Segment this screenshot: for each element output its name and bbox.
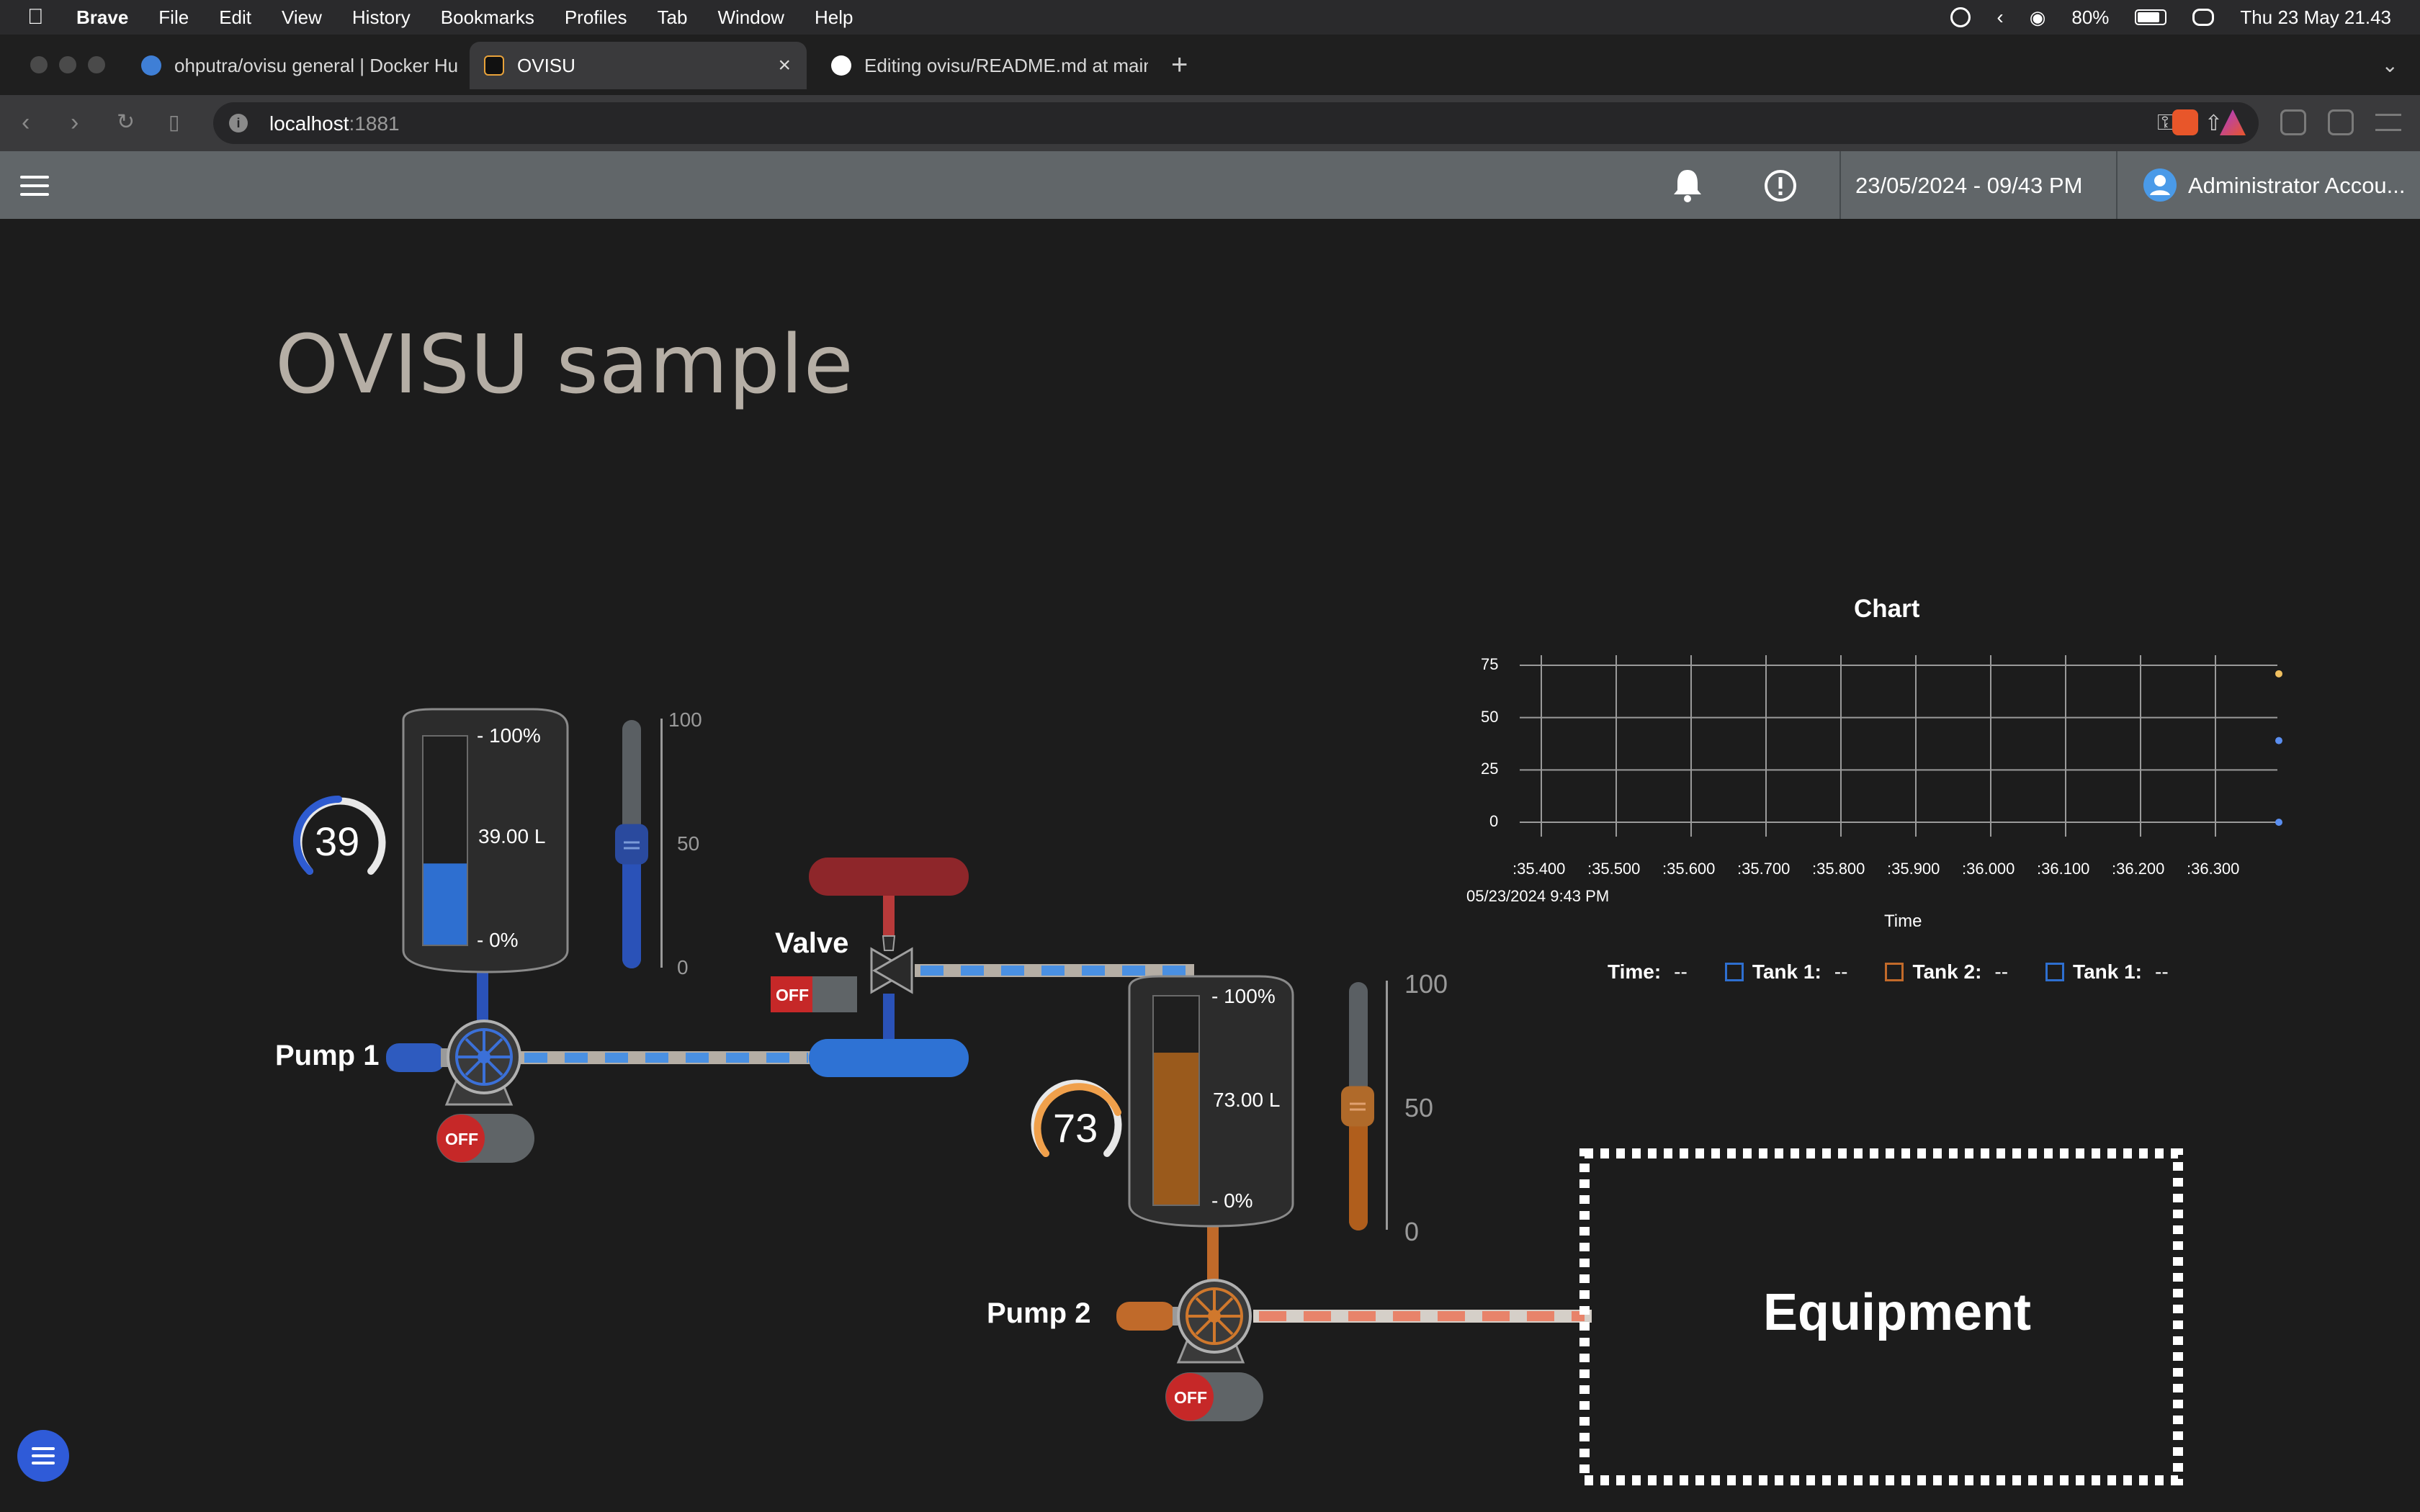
chart-x-tick: :35.400 (1512, 860, 1566, 878)
chart-x-date: 05/23/2024 9:43 PM (1466, 887, 1610, 905)
chart-series-point (2275, 670, 2282, 678)
tank-2-bottom-mark: - 0% (1211, 1189, 1253, 1212)
chart-series-point (2275, 819, 2282, 826)
pump-1-toggle-text: OFF (445, 1130, 478, 1148)
chart-y-tick: 75 (1481, 655, 1499, 673)
chart-x-tick: :35.500 (1587, 860, 1641, 878)
tank-2-level-fill (1154, 1053, 1198, 1205)
legend-label: Tank 1: (2073, 960, 2142, 983)
chart-y-tick: 0 (1489, 812, 1499, 830)
tank-1-volume: 39.00 L (478, 825, 546, 847)
legend-time-label: Time: (1608, 960, 1662, 983)
chart-x-tick: :36.200 (2112, 860, 2165, 878)
tank-1-gauge-value: 39 (315, 819, 360, 864)
chart-x-tick: :36.300 (2187, 860, 2240, 878)
tank-1-slider-mid: 50 (677, 832, 700, 855)
valve-label: Valve (775, 927, 849, 959)
tank-1-top-mark: - 100% (477, 724, 541, 747)
legend-swatch-tank2[interactable] (1885, 963, 1904, 981)
chart-x-tick: :36.000 (1962, 860, 2015, 878)
valve-vessel[interactable] (809, 1039, 969, 1077)
chart-x-axis-label: Time (1884, 912, 1922, 931)
chart-x-tick: :35.800 (1812, 860, 1865, 878)
chart-legend: Time: -- Tank 1: -- Tank 2: -- Tank 1: -… (1608, 960, 2169, 984)
valve-actuator (809, 858, 969, 896)
equipment-label: Equipment (1763, 1284, 2031, 1341)
chart-y-tick: 50 (1481, 707, 1499, 726)
pipe-pump2-to-equipment (1253, 1310, 1592, 1323)
legend-value: -- (1834, 960, 1848, 983)
tank-2-gauge-value: 73 (1053, 1105, 1098, 1151)
tank-2-slider-min: 0 (1404, 1217, 1420, 1246)
legend-value: -- (1994, 960, 2009, 983)
pipe-valve-to-tank2 (915, 964, 1194, 977)
pump-2-label: Pump 2 (987, 1297, 1091, 1329)
tank-2-slider-max: 100 (1404, 969, 1448, 999)
pump-2-icon[interactable] (1116, 1279, 1252, 1364)
pipe-tank1-to-pump1 (477, 971, 488, 1021)
chart-series-point (2275, 737, 2282, 744)
tank-2-slider-handle[interactable] (1341, 1086, 1374, 1127)
tank-2-slider-mid: 50 (1404, 1093, 1434, 1122)
screen:  Brave File Edit View History Bookmarks… (0, 0, 2420, 1512)
legend-value: -- (2155, 960, 2169, 983)
chart-plot-area (1520, 655, 2282, 837)
chart-x-tick: :35.900 (1887, 860, 1940, 878)
chart-title: Chart (1854, 595, 1920, 623)
pipe-pump1-to-valve (519, 1051, 814, 1064)
legend-label: Tank 1: (1752, 960, 1821, 983)
chart-x-tick: :35.700 (1737, 860, 1791, 878)
pump-1-icon[interactable] (386, 1020, 521, 1106)
pipe-valve-stem-top (883, 896, 895, 942)
tank-2-top-mark: - 100% (1211, 985, 1276, 1007)
legend-swatch-tank1[interactable] (1724, 963, 1744, 981)
pipe-valve-stem-bottom (883, 994, 895, 1040)
chart-x-tick: :35.600 (1662, 860, 1716, 878)
tank-1-slider-max: 100 (668, 708, 702, 731)
chart-x-tick: :36.100 (2037, 860, 2090, 878)
legend-time-value: -- (1674, 960, 1688, 983)
menu-fab-button[interactable] (17, 1430, 69, 1482)
legend-swatch-tank1[interactable] (2045, 963, 2065, 981)
pipe-tank2-to-pump2 (1207, 1225, 1219, 1280)
process-diagram (293, 655, 2282, 1485)
tank-2-volume: 73.00 L (1213, 1089, 1281, 1111)
valve-toggle-text: OFF (776, 986, 809, 1004)
legend-label: Tank 2: (1912, 960, 1982, 983)
pump-1-label: Pump 1 (275, 1040, 380, 1071)
pump-2-toggle-text: OFF (1174, 1388, 1207, 1407)
tank-1-bottom-mark: - 0% (477, 929, 519, 951)
chart-y-tick: 25 (1481, 760, 1499, 778)
tank-1-slider-min: 0 (677, 956, 689, 978)
tank-1-level-fill (424, 863, 467, 945)
tank-1-slider-handle[interactable] (615, 824, 648, 865)
valve-body-icon[interactable] (870, 935, 913, 994)
